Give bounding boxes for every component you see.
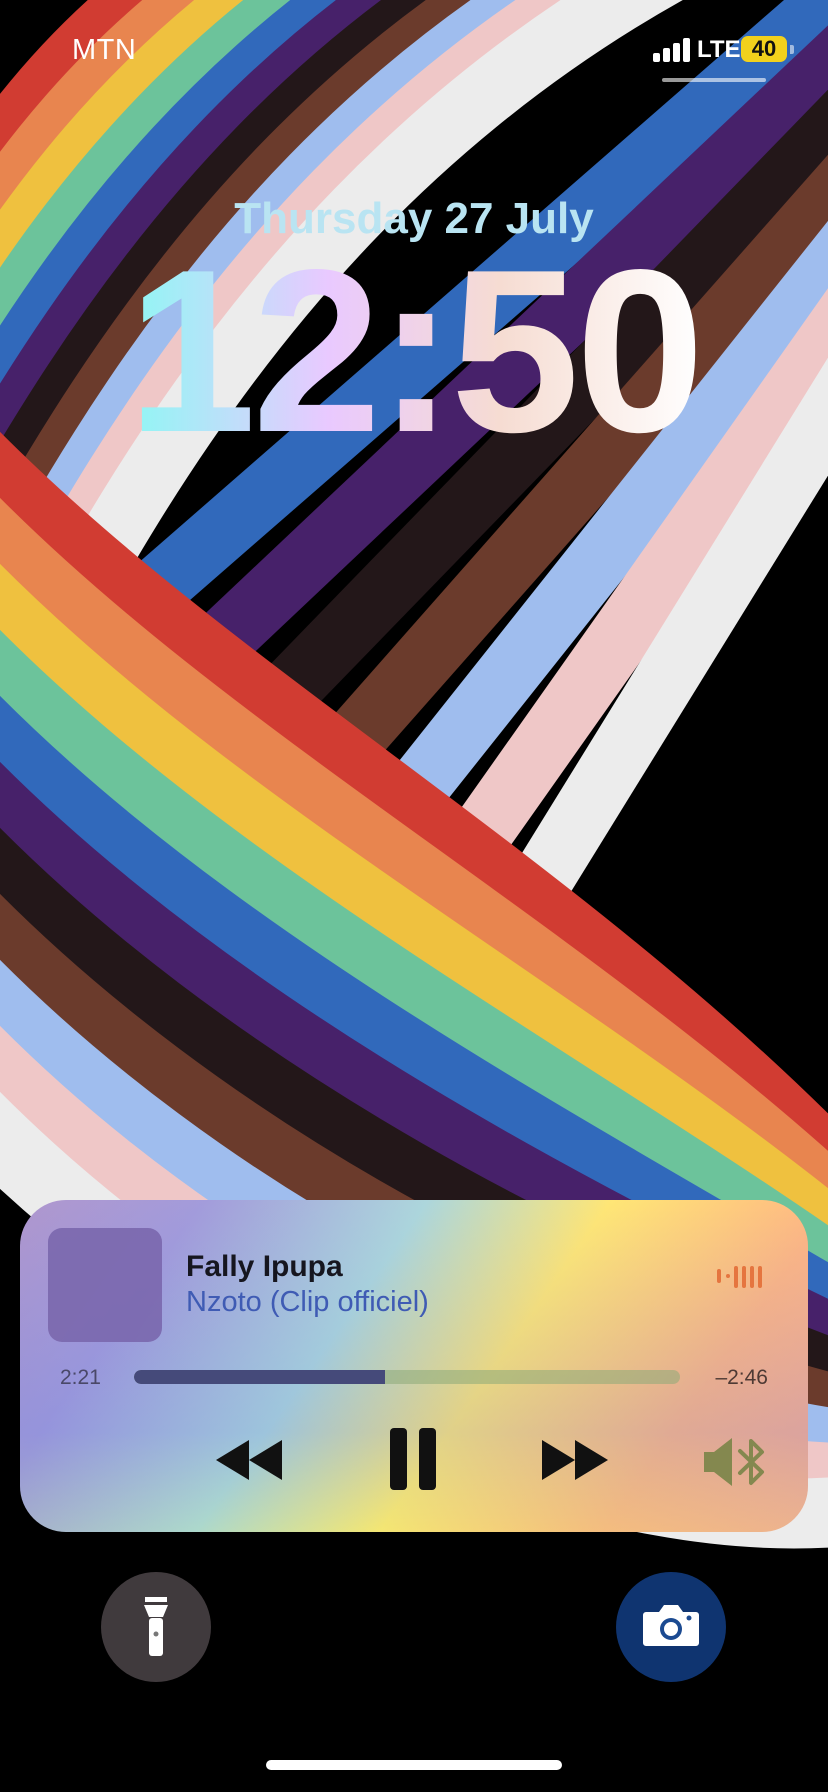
signal-icon [653, 38, 691, 62]
flashlight-icon [144, 1597, 168, 1656]
playback-scrubber[interactable] [134, 1370, 680, 1384]
status-bar: MTN LTE 40 [0, 0, 828, 100]
carrier-label: MTN [72, 34, 137, 66]
rewind-icon[interactable] [216, 1440, 282, 1480]
pause-icon[interactable] [390, 1428, 436, 1490]
elapsed-time: 2:21 [60, 1366, 101, 1389]
control-center-indicator[interactable] [662, 78, 766, 82]
camera-button[interactable] [616, 1572, 726, 1682]
lock-time-text: 12:50 [127, 222, 704, 481]
album-art[interactable] [48, 1228, 162, 1342]
battery-cap [790, 45, 794, 54]
flashlight-button[interactable] [101, 1572, 211, 1682]
lock-time: 12:50 [0, 236, 828, 468]
track-artist: Fally Ipupa [186, 1250, 343, 1283]
battery-icon: 40 [741, 36, 787, 62]
audio-waveform-icon[interactable] [717, 1264, 762, 1288]
bluetooth-speaker-icon[interactable] [702, 1436, 770, 1488]
now-playing-widget[interactable]: Fally Ipupa Nzoto (Clip officiel) 2:21 –… [20, 1200, 808, 1532]
fast-forward-icon[interactable] [542, 1440, 608, 1480]
network-type: LTE [697, 36, 741, 63]
remaining-time: –2:46 [715, 1366, 768, 1389]
home-indicator[interactable] [266, 1760, 562, 1770]
playback-progress [134, 1370, 386, 1384]
camera-icon [643, 1605, 699, 1646]
track-title: Nzoto (Clip officiel) [186, 1286, 429, 1318]
